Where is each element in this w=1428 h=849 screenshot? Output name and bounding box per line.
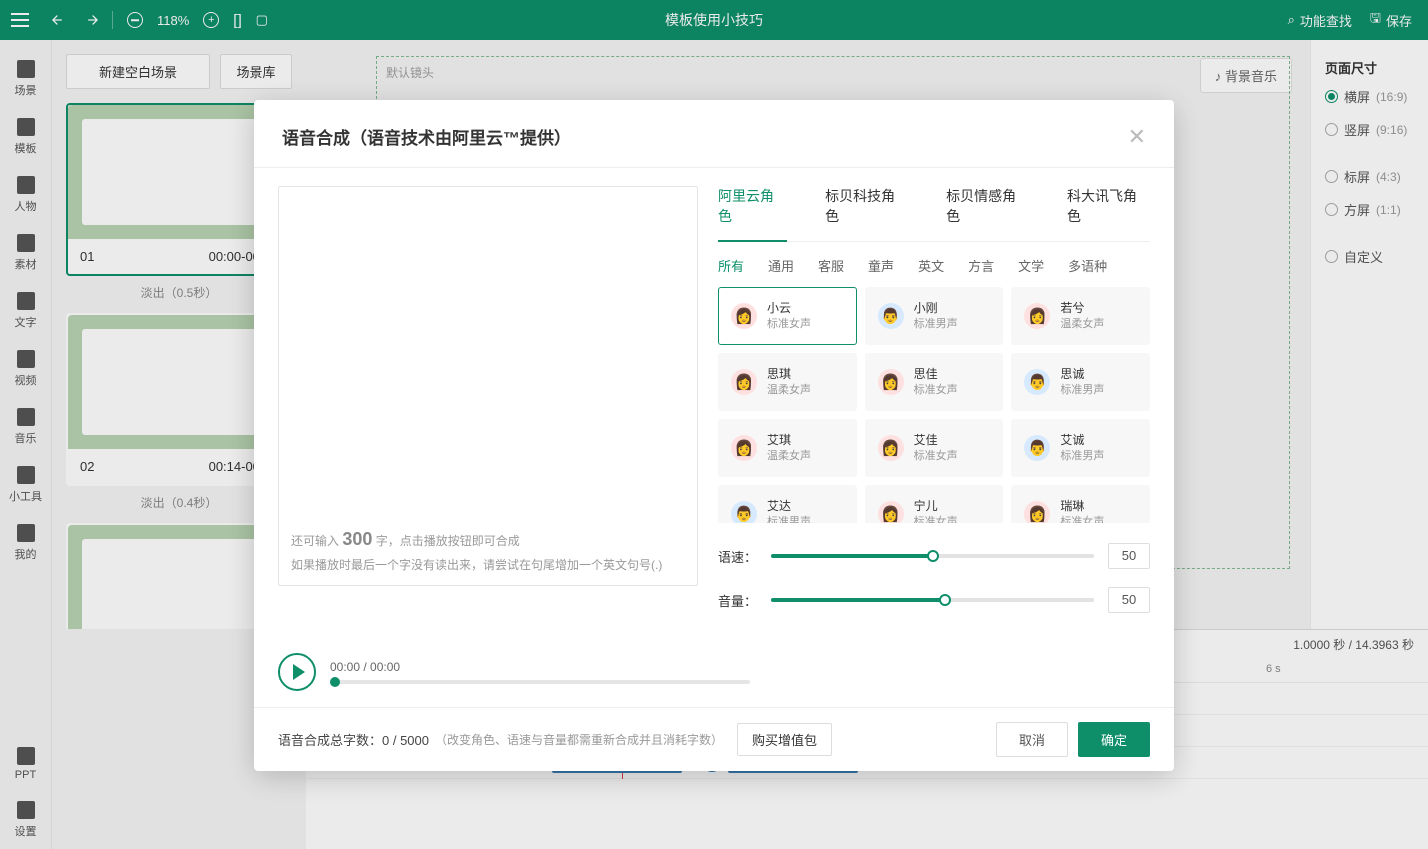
voice-card-艾达[interactable]: 👨 艾达标准男声 [718,485,857,523]
modal-title: 语音合成（语音技术由阿里云™提供） [282,124,571,149]
voice-category-tab[interactable]: 多语种 [1068,256,1107,275]
voice-category-tab[interactable]: 方言 [968,256,994,275]
voice-category-tab[interactable]: 童声 [868,256,894,275]
voice-card-思琪[interactable]: 👩 思琪温柔女声 [718,353,857,411]
playback-time: 00:00 / 00:00 [330,660,750,674]
play-icon [293,664,305,680]
voice-provider-tab[interactable]: 阿里云角色 [718,186,787,242]
input-hint: 还可输入 300 字，点击播放按钮即可合成 如果播放时最后一个字没有读出来，请尝… [291,524,685,575]
tts-text-input[interactable]: 还可输入 300 字，点击播放按钮即可合成 如果播放时最后一个字没有读出来，请尝… [278,186,698,586]
speed-slider[interactable]: 语速： 50 [718,543,1150,569]
tts-modal: 语音合成（语音技术由阿里云™提供） ✕ 还可输入 300 字，点击播放按钮即可合… [254,100,1174,771]
avatar-icon: 👨 [1024,435,1050,461]
voice-card-小云[interactable]: 👩 小云标准女声 [718,287,857,345]
voice-category-tab[interactable]: 通用 [768,256,794,275]
voice-card-思佳[interactable]: 👩 思佳标准女声 [865,353,1004,411]
avatar-icon: 👩 [731,303,757,329]
voice-card-宁儿[interactable]: 👩 宁儿标准女声 [865,485,1004,523]
confirm-button[interactable]: 确定 [1078,722,1150,757]
voice-category-tab[interactable]: 文学 [1018,256,1044,275]
progress-bar[interactable] [330,680,750,684]
voice-card-若兮[interactable]: 👩 若兮温柔女声 [1011,287,1150,345]
voice-provider-tab[interactable]: 科大讯飞角色 [1067,186,1150,241]
avatar-icon: 👩 [878,435,904,461]
voice-card-艾佳[interactable]: 👩 艾佳标准女声 [865,419,1004,477]
close-icon[interactable]: ✕ [1128,126,1146,148]
buy-package-button[interactable]: 购买增值包 [737,723,832,756]
voice-provider-tab[interactable]: 标贝情感角色 [946,186,1029,241]
voice-card-艾诚[interactable]: 👨 艾诚标准男声 [1011,419,1150,477]
cancel-button[interactable]: 取消 [996,722,1068,757]
voice-provider-tab[interactable]: 标贝科技角色 [825,186,908,241]
avatar-icon: 👨 [878,303,904,329]
char-count-label: 语音合成总字数：0 / 5000 [278,730,429,749]
avatar-icon: 👩 [878,369,904,395]
avatar-icon: 👨 [731,501,757,523]
voice-card-小刚[interactable]: 👨 小刚标准男声 [865,287,1004,345]
voice-category-tab[interactable]: 英文 [918,256,944,275]
avatar-icon: 👨 [1024,369,1050,395]
avatar-icon: 👩 [731,435,757,461]
voice-card-思诚[interactable]: 👨 思诚标准男声 [1011,353,1150,411]
avatar-icon: 👩 [731,369,757,395]
voice-category-tab[interactable]: 客服 [818,256,844,275]
avatar-icon: 👩 [1024,501,1050,523]
play-button[interactable] [278,653,316,691]
voice-card-艾琪[interactable]: 👩 艾琪温柔女声 [718,419,857,477]
avatar-icon: 👩 [1024,303,1050,329]
volume-slider[interactable]: 音量： 50 [718,587,1150,613]
voice-card-瑞琳[interactable]: 👩 瑞琳标准女声 [1011,485,1150,523]
voice-category-tab[interactable]: 所有 [718,256,744,275]
avatar-icon: 👩 [878,501,904,523]
